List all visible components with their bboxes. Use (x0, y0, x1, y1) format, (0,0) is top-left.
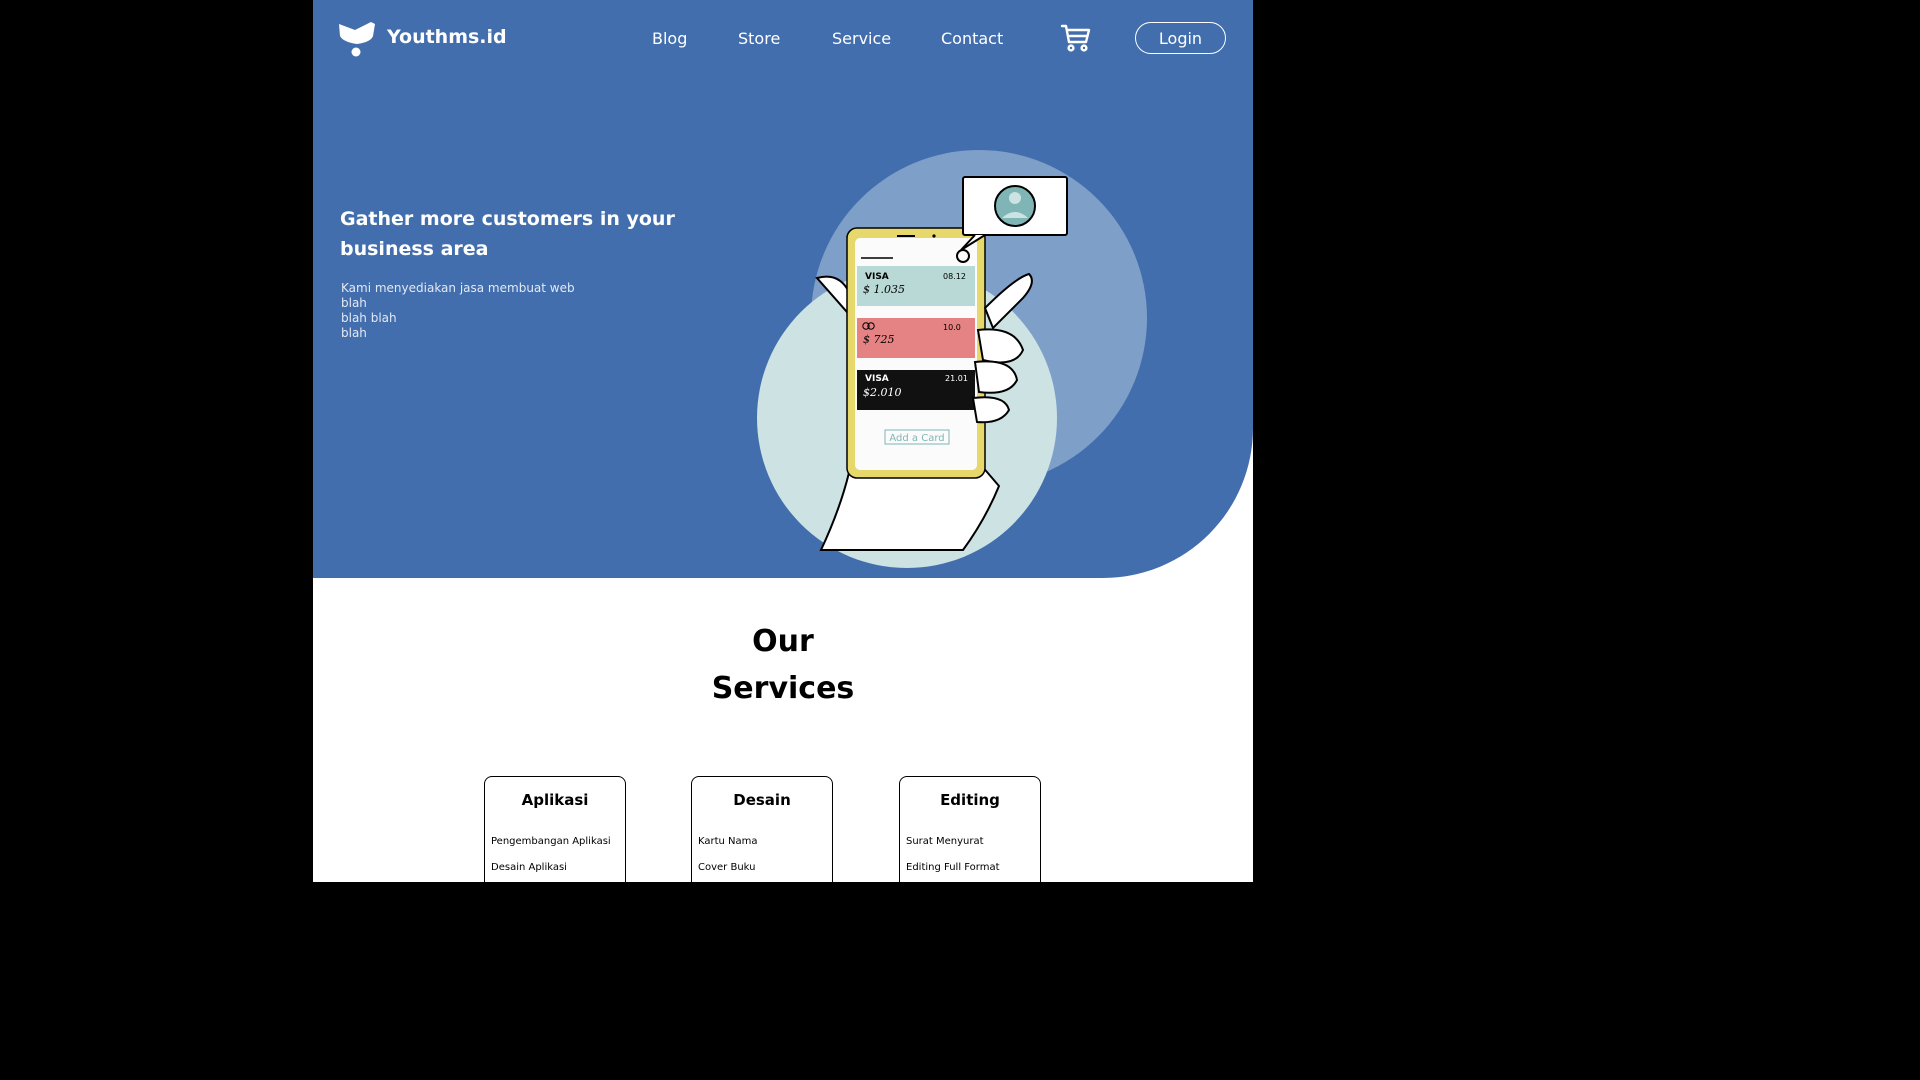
service-card-title: Editing (940, 791, 1000, 809)
service-card-editing[interactable]: Editing Surat Menyurat Editing Full Form… (899, 776, 1041, 882)
hero-subtext: Kami menyediakan jasa membuat web blah b… (341, 281, 601, 341)
hero-subtext-line: blah (341, 326, 367, 340)
card-brand-text: VISA (865, 272, 889, 282)
card-date-text: 21.01 (945, 374, 968, 383)
card-amount-text: $ 1.035 (863, 283, 905, 296)
card-amount-text: $2.010 (863, 386, 902, 399)
navbar: Youthms.id Blog Store Service Contact Lo… (313, 0, 1253, 78)
service-item[interactable]: Desain Aplikasi (491, 862, 567, 873)
service-item[interactable]: Surat Menyurat (906, 836, 984, 847)
services-title-line: Services (711, 671, 855, 706)
hero-headline: Gather more customers in your business a… (340, 208, 675, 260)
card-date-text: 08.12 (943, 272, 966, 281)
service-card-title: Desain (733, 791, 791, 809)
hero-section: Youthms.id Blog Store Service Contact Lo… (313, 0, 1253, 578)
card-date-text: 10.0 (943, 323, 961, 332)
add-card-label: Add a Card (889, 433, 944, 444)
hero-subtext-line: blah blah (341, 311, 397, 325)
service-card-title: Aplikasi (521, 791, 589, 809)
card-amount-text: $ 725 (863, 333, 895, 346)
service-card-aplikasi[interactable]: Aplikasi Pengembangan Aplikasi Desain Ap… (484, 776, 626, 882)
card-brand-text: VISA (865, 374, 889, 384)
hero-subtext-line: Kami menyediakan jasa membuat web blah (341, 281, 575, 310)
login-button[interactable]: Login (1135, 22, 1226, 54)
cart-icon[interactable] (1060, 22, 1092, 54)
nav-link-store[interactable]: Store (738, 29, 780, 48)
page: Youthms.id Blog Store Service Contact Lo… (313, 0, 1253, 882)
service-item[interactable]: Editing Full Format (906, 862, 1000, 873)
hero-illustration: VISA 08.12 $ 1.035 10.0 $ 725 VISA 21.01… (757, 150, 1147, 568)
service-item[interactable]: Kartu Nama (698, 836, 758, 847)
nav-link-blog[interactable]: Blog (652, 29, 687, 48)
nav-link-contact[interactable]: Contact (941, 29, 1003, 48)
logo-icon[interactable] (337, 20, 377, 58)
nav-link-service[interactable]: Service (832, 29, 891, 48)
service-item[interactable]: Pengembangan Aplikasi (491, 836, 611, 847)
brand-name[interactable]: Youthms.id (387, 26, 507, 48)
services-title-line: Our (752, 624, 814, 659)
services-title: Our Services (313, 618, 1253, 712)
service-card-desain[interactable]: Desain Kartu Nama Cover Buku (691, 776, 833, 882)
service-item[interactable]: Cover Buku (698, 862, 755, 873)
